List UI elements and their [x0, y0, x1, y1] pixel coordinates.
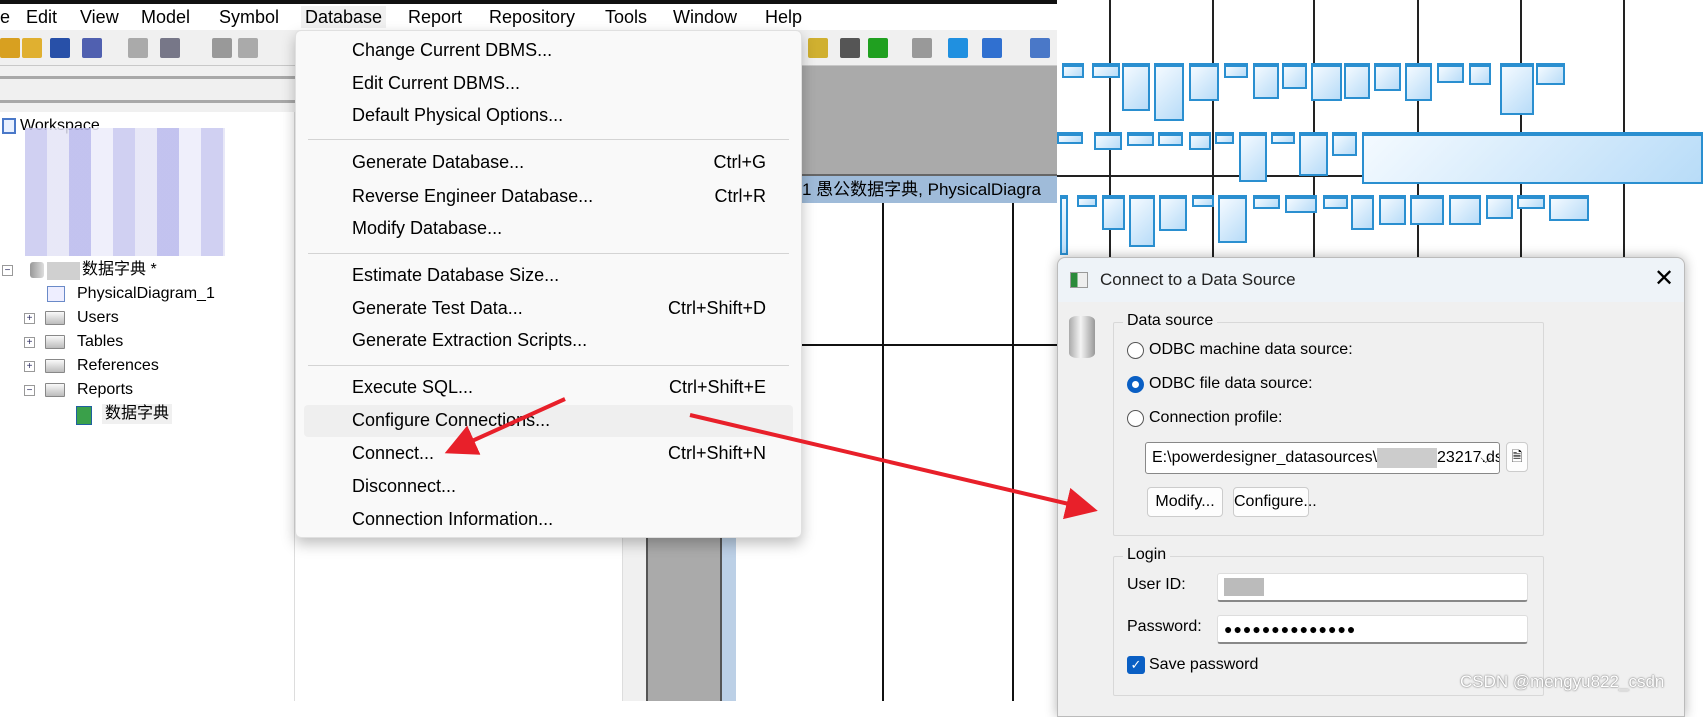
annotation-arrows: [444, 397, 1098, 520]
arrow-to-dialog: [689, 413, 1098, 520]
watermark: CSDN @mengyu822_csdn: [1460, 672, 1665, 691]
arrow-to-connect: [444, 397, 566, 455]
